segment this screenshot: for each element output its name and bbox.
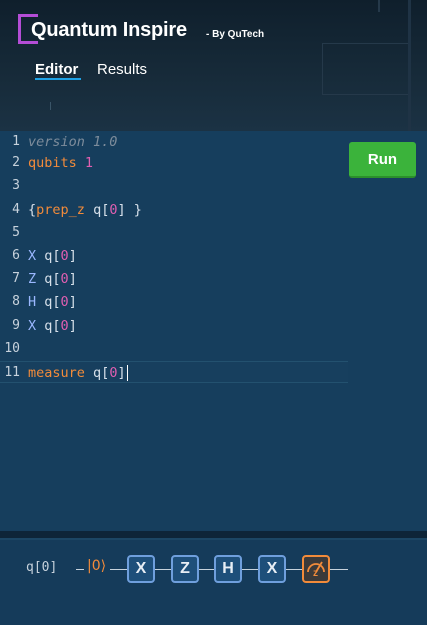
line-number: 9 bbox=[12, 318, 20, 333]
qubit-label: q[0] bbox=[26, 560, 58, 575]
code-text: version 1.0 bbox=[28, 134, 118, 150]
measure-gate[interactable]: z bbox=[302, 555, 330, 583]
code-line[interactable]: 4 {prep_z q[0] } bbox=[0, 199, 348, 221]
code-text: {prep_z q[0] } bbox=[28, 202, 142, 218]
code-line[interactable]: 3 bbox=[0, 175, 348, 197]
code-text: X q[0] bbox=[28, 248, 77, 264]
tab-label: Results bbox=[97, 61, 148, 78]
measure-basis: z bbox=[313, 568, 318, 579]
brand-name: Quantum Inspire bbox=[31, 19, 187, 41]
code-line[interactable]: 7 Z q[0] bbox=[0, 268, 348, 290]
gate-z[interactable]: Z bbox=[171, 555, 199, 583]
code-line[interactable]: 10 bbox=[0, 338, 348, 360]
qubit-wire bbox=[76, 569, 84, 570]
code-text: Z q[0] bbox=[28, 271, 77, 287]
code-line[interactable]: 9 X q[0] bbox=[0, 315, 348, 337]
code-line-active[interactable]: 11 measure q[0] bbox=[0, 361, 348, 383]
code-line[interactable]: 1 version 1.0 bbox=[0, 131, 348, 153]
panel-divider[interactable] bbox=[0, 531, 427, 538]
line-number: 6 bbox=[12, 248, 20, 263]
gate-h[interactable]: H bbox=[214, 555, 242, 583]
line-number: 3 bbox=[12, 178, 20, 193]
tab-label: Editor bbox=[35, 61, 79, 78]
gate-x[interactable]: X bbox=[258, 555, 286, 583]
header-decor bbox=[50, 102, 51, 110]
header-decor bbox=[322, 43, 408, 44]
code-editor[interactable]: 1 version 1.0 2 qubits 1 3 4 {prep_z q[0… bbox=[0, 131, 427, 531]
app-header: Quantum Inspire - By QuTech Editor Resul… bbox=[0, 0, 427, 131]
header-decor bbox=[378, 0, 380, 12]
code-line[interactable]: 8 H q[0] bbox=[0, 291, 348, 313]
line-number: 8 bbox=[12, 294, 20, 309]
line-number: 11 bbox=[4, 365, 20, 380]
brand-subtitle: - By QuTech bbox=[206, 29, 265, 40]
line-number: 2 bbox=[12, 155, 20, 170]
header-decor bbox=[322, 43, 323, 95]
tab-results[interactable]: Results bbox=[97, 61, 147, 78]
line-number: 5 bbox=[12, 225, 20, 240]
circuit-view: q[0] |0⟩ X Z H X z bbox=[0, 540, 427, 625]
code-line[interactable]: 6 X q[0] bbox=[0, 245, 348, 267]
code-line[interactable]: 2 qubits 1 bbox=[0, 152, 348, 174]
code-text: qubits 1 bbox=[28, 155, 94, 171]
line-number: 7 bbox=[12, 271, 20, 286]
line-number: 1 bbox=[12, 134, 20, 149]
gate-x[interactable]: X bbox=[127, 555, 155, 583]
header-decor bbox=[408, 0, 411, 131]
prep-state: |0⟩ bbox=[87, 558, 107, 574]
tab-editor[interactable]: Editor bbox=[35, 61, 81, 80]
code-line[interactable]: 5 bbox=[0, 222, 348, 244]
tab-active-indicator bbox=[35, 78, 81, 80]
code-text: measure q[0] bbox=[28, 365, 128, 381]
text-cursor bbox=[126, 365, 128, 381]
line-number: 10 bbox=[4, 341, 20, 356]
header-decor bbox=[322, 94, 408, 95]
code-text: X q[0] bbox=[28, 318, 77, 334]
line-number: 4 bbox=[12, 202, 20, 217]
code-text: H q[0] bbox=[28, 294, 77, 310]
run-button[interactable]: Run bbox=[349, 142, 416, 178]
